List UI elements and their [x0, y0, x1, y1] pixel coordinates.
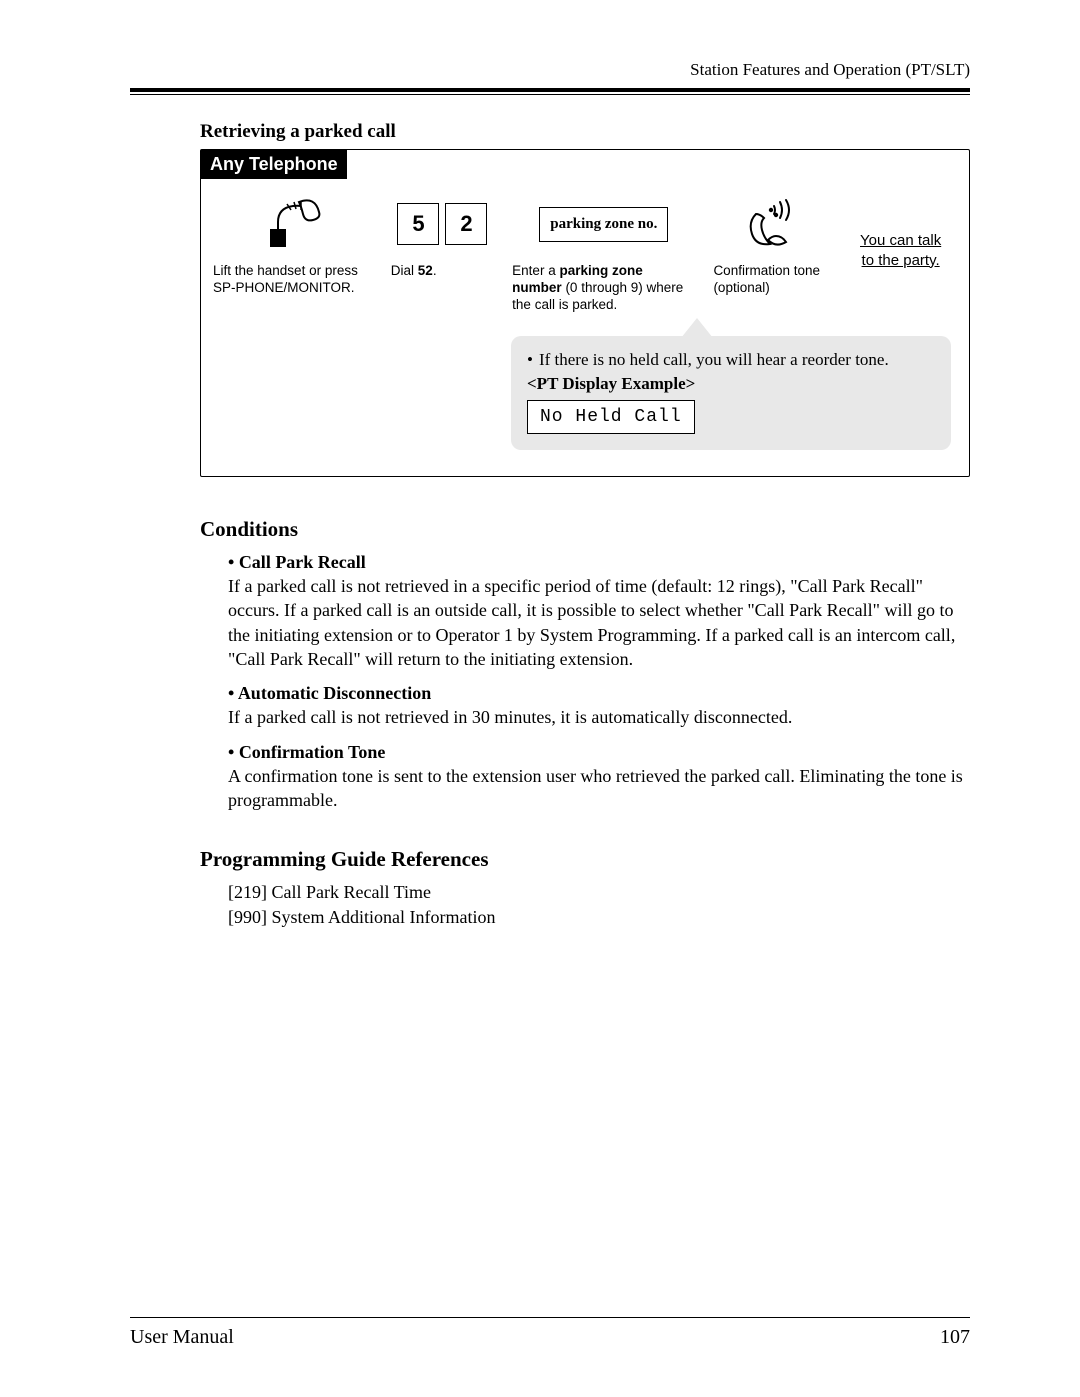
procedure-title: Retrieving a parked call — [200, 121, 970, 143]
step-lift-caption: Lift the handset or press SP-PHONE/MONIT… — [213, 263, 373, 297]
running-header: Station Features and Operation (PT/SLT) — [130, 60, 970, 80]
procedure-steps-row: Lift the handset or press SP-PHONE/MONIT… — [201, 179, 969, 314]
result-text: You can talk to the party. — [860, 231, 941, 270]
step-zone: parking zone no. Enter a parking zone nu… — [512, 191, 695, 314]
step-dial: 5 2 Dial 52. — [391, 191, 494, 280]
references-heading: Programming Guide References — [200, 847, 970, 872]
page-root: Station Features and Operation (PT/SLT) … — [0, 0, 1080, 1397]
lcd-display: No Held Call — [527, 400, 695, 434]
condition-item: Automatic Disconnection If a parked call… — [228, 681, 970, 730]
condition-item: Call Park Recall If a parked call is not… — [228, 550, 970, 671]
pt-display-label: <PT Display Example> — [527, 374, 935, 394]
tone-handset-icon — [742, 196, 798, 252]
references-list: [219] Call Park Recall Time [990] System… — [228, 880, 970, 930]
rule-thin — [130, 94, 970, 95]
conditions-heading: Conditions — [200, 517, 970, 542]
offhook-icon — [263, 196, 323, 252]
page-footer: User Manual 107 — [130, 1317, 970, 1349]
reference-item: [219] Call Park Recall Time — [228, 880, 970, 905]
callout-line: If there is no held call, you will hear … — [539, 350, 889, 370]
zone-box: parking zone no. — [539, 207, 668, 242]
procedure-diagram: Any Telephone Lift the handset or press — [200, 149, 970, 477]
reference-item: [990] System Additional Information — [228, 905, 970, 930]
condition-item: Confirmation Tone A confirmation tone is… — [228, 740, 970, 813]
step-dial-caption: Dial 52. — [391, 263, 494, 280]
rule-thick — [130, 88, 970, 92]
diagram-tab: Any Telephone — [201, 150, 347, 179]
page-number: 107 — [940, 1326, 970, 1349]
content-block: Retrieving a parked call Any Telephone — [200, 121, 970, 930]
step-result: You can talk to the party. — [844, 191, 957, 270]
step-lift: Lift the handset or press SP-PHONE/MONIT… — [213, 191, 373, 297]
callout-pointer — [681, 318, 713, 338]
conditions-list: Call Park Recall If a parked call is not… — [228, 550, 970, 813]
key-5: 5 — [397, 203, 439, 245]
step-confirm-caption: Confirmation tone (optional) — [713, 263, 826, 297]
step-confirm: Confirmation tone (optional) — [713, 191, 826, 297]
key-2: 2 — [445, 203, 487, 245]
callout-box: •If there is no held call, you will hear… — [511, 336, 951, 450]
step-zone-caption: Enter a parking zone number (0 through 9… — [512, 263, 695, 314]
footer-rule — [130, 1317, 970, 1318]
footer-left: User Manual — [130, 1326, 234, 1349]
